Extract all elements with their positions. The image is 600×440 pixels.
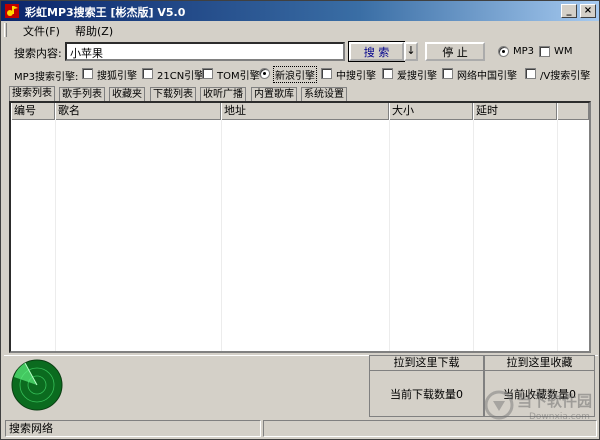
list-header: 编号 歌名 地址 大小 延时 <box>11 103 589 120</box>
search-label: 搜索内容: <box>14 47 62 60</box>
favorite-drop-title: 拉到这里收藏 <box>485 356 594 371</box>
tab-download-list[interactable]: 下载列表 <box>150 87 196 101</box>
engine-v-checkbox[interactable] <box>525 68 536 79</box>
engine-21cn-label: 21CN引擎 <box>157 71 205 82</box>
tab-singer-list[interactable]: 歌手列表 <box>59 87 105 101</box>
title-bar[interactable]: 彩虹MP3搜索王 [彬杰版] V5.0 _ × <box>1 1 599 21</box>
engine-tom-label: TOM引擎 <box>217 71 260 82</box>
watermark-logo: 当下软件园 Downxia.com <box>484 390 592 422</box>
format-wm-label: WM <box>554 46 573 57</box>
grid-line <box>389 120 390 351</box>
tab-favorites[interactable]: 收藏夹 <box>109 87 145 101</box>
column-address[interactable]: 地址 <box>221 103 389 120</box>
tab-radio[interactable]: 收听广播 <box>200 87 246 101</box>
format-mp3-label: MP3 <box>513 46 535 57</box>
engine-chinanet-label: 网络中国引擎 <box>457 71 517 82</box>
results-list[interactable]: 编号 歌名 地址 大小 延时 <box>9 101 591 353</box>
engine-21cn-checkbox[interactable] <box>142 68 153 79</box>
column-song-name[interactable]: 歌名 <box>55 103 221 120</box>
engines-label: MP3搜索引擎: <box>14 72 79 83</box>
tab-search-list[interactable]: 搜索列表 <box>9 86 55 101</box>
engine-aisou-label: 爱搜引擎 <box>397 71 437 82</box>
engine-tom-checkbox[interactable] <box>202 68 213 79</box>
engine-sohu-checkbox[interactable] <box>82 68 93 79</box>
engine-zhongsou-label: 中搜引擎 <box>336 71 376 82</box>
column-delay[interactable]: 延时 <box>473 103 557 120</box>
tab-settings[interactable]: 系统设置 <box>301 87 347 101</box>
search-input[interactable]: 小苹果 <box>65 42 345 61</box>
search-button[interactable]: 搜 索 <box>348 41 405 62</box>
watermark-domain: Downxia.com <box>529 412 590 422</box>
app-window: 彩虹MP3搜索王 [彬杰版] V5.0 _ × 文件(F) 帮助(Z) 搜索内容… <box>0 0 600 440</box>
tab-song-library[interactable]: 内置歌库 <box>251 87 297 101</box>
window-title: 彩虹MP3搜索王 [彬杰版] V5.0 <box>25 6 186 19</box>
grid-line <box>221 120 222 351</box>
minimize-button[interactable]: _ <box>561 4 577 18</box>
engine-v-label: /V搜索引擎 <box>540 71 591 82</box>
search-dropdown-button[interactable]: ↓ <box>404 42 418 61</box>
column-extra[interactable] <box>557 103 589 120</box>
column-size[interactable]: 大小 <box>389 103 473 120</box>
stop-button[interactable]: 停 止 <box>425 42 485 61</box>
engine-aisou-checkbox[interactable] <box>382 68 393 79</box>
download-count: 当前下载数量0 <box>390 388 463 401</box>
close-button[interactable]: × <box>580 4 596 18</box>
grid-line <box>55 120 56 351</box>
app-icon <box>5 4 19 18</box>
engine-sina-radio[interactable] <box>259 68 270 79</box>
format-wm-checkbox[interactable] <box>539 46 550 57</box>
engine-sohu-label: 搜狐引擎 <box>97 71 137 82</box>
column-number[interactable]: 编号 <box>11 103 55 120</box>
engine-zhongsou-checkbox[interactable] <box>321 68 332 79</box>
menu-bar: 文件(F) 帮助(Z) <box>1 21 599 39</box>
download-drop-zone[interactable]: 拉到这里下载 当前下载数量0 <box>369 355 484 417</box>
menu-grip <box>4 23 7 37</box>
format-mp3-radio[interactable] <box>498 46 509 57</box>
grid-line <box>473 120 474 351</box>
menu-help[interactable]: 帮助(Z) <box>75 23 113 39</box>
menu-file[interactable]: 文件(F) <box>23 23 60 39</box>
engine-sina-label: 新浪引擎 <box>273 66 317 83</box>
grid-line <box>557 120 558 351</box>
watermark-brand: 当下软件园 <box>517 392 592 410</box>
radar-icon <box>11 359 63 411</box>
download-drop-title: 拉到这里下载 <box>370 356 483 371</box>
status-text: 搜索网络 <box>5 420 261 437</box>
engine-chinanet-checkbox[interactable] <box>442 68 453 79</box>
